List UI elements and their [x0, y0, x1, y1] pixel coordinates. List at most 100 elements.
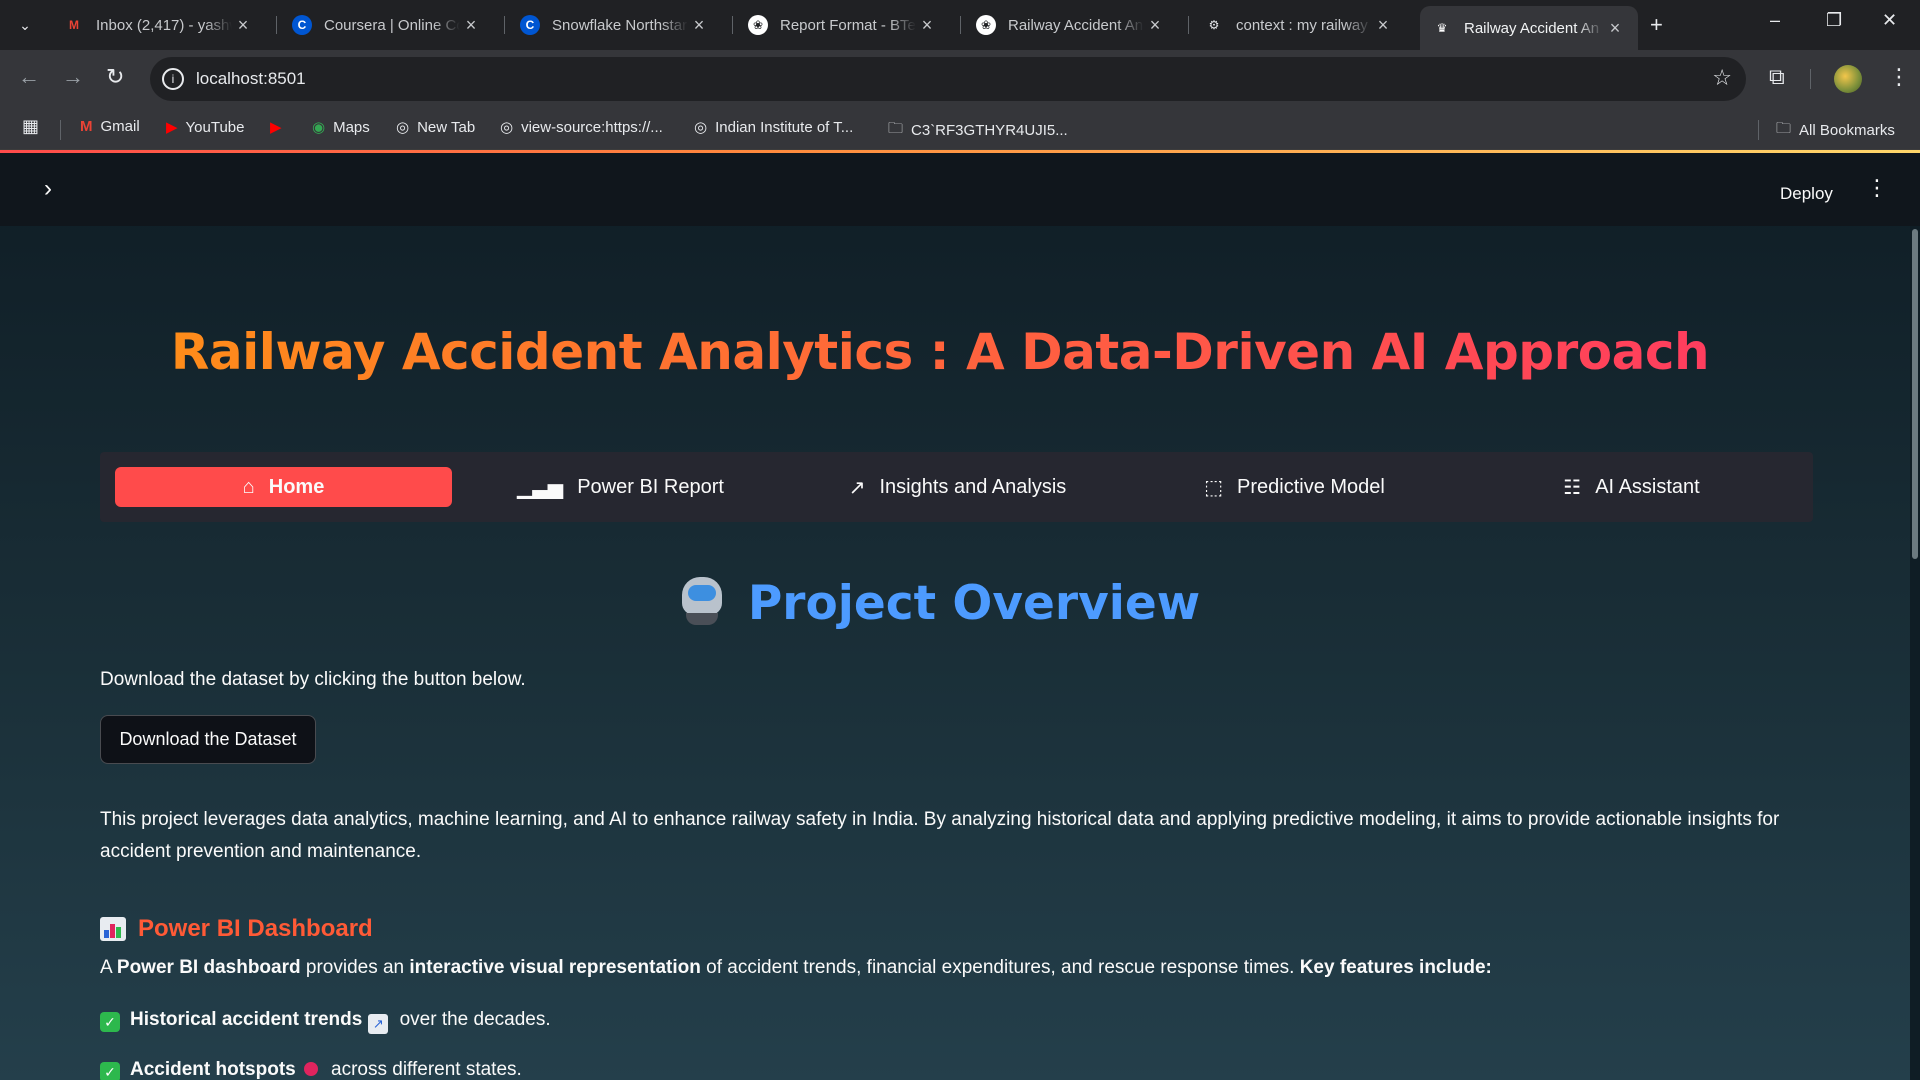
browser-tab[interactable]: ❀ Report Format - BTec × — [736, 8, 950, 42]
nav-ai-assistant[interactable]: ☷ AI Assistant — [1463, 467, 1800, 507]
back-icon[interactable]: ← — [18, 64, 40, 90]
toolbar-divider — [1810, 69, 1811, 89]
power-bi-heading-text: Power BI Dashboard — [138, 915, 373, 942]
globe-icon: ◎ — [396, 119, 410, 136]
minimize-icon[interactable]: – — [1770, 10, 1780, 31]
bookmark-label: Gmail — [100, 118, 140, 135]
maps-icon: ◉ — [312, 119, 326, 136]
coursera-icon: C — [292, 15, 312, 35]
feature-item: ✓ Historical accident trends ↗ over the de… — [100, 1004, 551, 1036]
nav-label: Insights and Analysis — [879, 475, 1067, 498]
browser-toolbar: ← → ↻ i localhost:8501 ☆ ⧉ ⋮ — [0, 50, 1920, 108]
close-icon[interactable]: × — [688, 15, 710, 36]
bookmark-star-icon[interactable]: ☆ — [1712, 65, 1732, 91]
profile-avatar[interactable] — [1834, 65, 1862, 93]
gmail-icon: M — [80, 118, 93, 135]
address-bar[interactable]: i localhost:8501 ☆ — [150, 57, 1746, 101]
close-icon[interactable]: × — [1604, 18, 1626, 39]
cpu-icon: ⬚ — [1204, 476, 1224, 499]
youtube-icon: ▶ — [270, 119, 282, 136]
all-bookmarks-button[interactable]: 🗀 All Bookmarks — [1776, 118, 1895, 143]
bookmark-label: YouTube — [185, 118, 245, 136]
extensions-icon[interactable]: ⧉ — [1769, 64, 1785, 90]
bookmark-maps[interactable]: ◉ Maps — [312, 118, 370, 137]
bookmark-divider — [60, 120, 61, 140]
tab-divider — [504, 16, 505, 34]
power-bi-intro: A Power BI dashboard provides an interac… — [100, 957, 1492, 978]
check-mark-icon: ✓ — [100, 1062, 120, 1080]
main-menu-icon[interactable]: ⋮ — [1866, 177, 1888, 199]
bookmark-gmail[interactable]: M Gmail — [80, 118, 140, 135]
tab-title: Snowflake Northstar — [552, 16, 688, 34]
close-icon[interactable]: × — [916, 15, 938, 36]
power-bi-heading: Power BI Dashboard — [100, 915, 373, 943]
tab-divider — [960, 16, 961, 34]
bookmark-view-source[interactable]: ◎ view-source:https://... — [500, 118, 663, 137]
chatgpt-icon: ❀ — [748, 15, 768, 35]
section-title: Project Overview — [0, 576, 1880, 631]
bookmark-new-tab[interactable]: ◎ New Tab — [396, 118, 476, 137]
gear-icon: ⚙ — [1208, 18, 1220, 32]
pin-icon — [303, 1062, 318, 1076]
new-tab-button[interactable]: + — [1650, 12, 1663, 38]
bookmark-folder[interactable]: 🗀 C3`RF3GTHYR4UJI5... — [888, 118, 1068, 143]
nav-predictive-model[interactable]: ⬚ Predictive Model — [1126, 467, 1463, 507]
tab-search-chevron-icon[interactable]: ⌄ — [8, 10, 42, 40]
url-text[interactable]: localhost:8501 — [196, 69, 306, 89]
bookmark-label: Maps — [333, 118, 370, 136]
folder-icon: 🗀 — [1776, 120, 1792, 137]
gmail-icon: M — [69, 18, 79, 32]
bookmark-youtube[interactable]: ▶ YouTube — [166, 118, 245, 137]
bookmark-label: Indian Institute of T... — [715, 118, 854, 136]
expand-sidebar-chevron-icon[interactable]: › — [44, 175, 52, 203]
download-dataset-button[interactable]: Download the Dataset — [100, 715, 316, 764]
browser-tab[interactable]: ⚙ context : my railway × — [1192, 8, 1406, 42]
bookmark-iit[interactable]: ◎ Indian Institute of T... — [694, 118, 854, 137]
deploy-button[interactable]: Deploy — [1780, 184, 1833, 204]
nav-label: Predictive Model — [1237, 475, 1385, 498]
scrollbar-thumb[interactable] — [1912, 229, 1918, 559]
forward-icon[interactable]: → — [62, 64, 84, 90]
apps-grid-icon[interactable]: ▦ — [22, 116, 39, 137]
close-icon[interactable]: × — [460, 15, 482, 36]
feature-item: ✓ Accident hotspots across different stat… — [100, 1054, 522, 1080]
close-window-icon[interactable]: ✕ — [1882, 10, 1897, 31]
nav-power-bi-report[interactable]: ▁▃▅ Power BI Report — [452, 467, 789, 507]
chatgpt-icon: ❀ — [976, 15, 996, 35]
site-info-icon[interactable]: i — [162, 68, 184, 90]
bookmark-label: view-source:https://... — [521, 118, 663, 136]
browser-tab-active[interactable]: ♛ Railway Accident An × — [1420, 6, 1638, 50]
nav-home[interactable]: ⌂ Home — [115, 467, 452, 507]
browser-menu-icon[interactable]: ⋮ — [1888, 64, 1910, 90]
close-icon[interactable]: × — [232, 15, 254, 36]
bookmark-label: All Bookmarks — [1799, 122, 1895, 139]
download-prompt: Download the dataset by clicking the but… — [100, 669, 526, 690]
browser-tab[interactable]: C Snowflake Northstar × — [508, 8, 722, 42]
nav-label: Home — [268, 475, 325, 498]
bookmark-divider — [1758, 120, 1759, 140]
robot-icon: ☷ — [1563, 476, 1582, 499]
check-mark-icon: ✓ — [100, 1012, 120, 1032]
bookmark-youtube-2[interactable]: ▶ — [270, 118, 290, 136]
reload-icon[interactable]: ↻ — [106, 64, 124, 90]
browser-tab[interactable]: C Coursera | Online Co × — [280, 8, 494, 42]
browser-tab[interactable]: M Inbox (2,417) - yashw × — [52, 8, 266, 42]
tab-divider — [1188, 16, 1189, 34]
bar-chart-icon: ▁▃▅ — [517, 476, 564, 499]
youtube-icon: ▶ — [166, 119, 178, 136]
restore-icon[interactable]: ❐ — [1826, 10, 1842, 31]
nav-insights-and-analysis[interactable]: ↗ Insights and Analysis — [789, 467, 1126, 507]
globe-icon: ◎ — [500, 119, 514, 136]
browser-tabstrip: ⌄ M Inbox (2,417) - yashw × C Coursera |… — [0, 0, 1920, 50]
bookmarks-bar: ▦ M Gmail ▶ YouTube ▶ ◉ Maps ◎ New Tab ◎… — [0, 108, 1920, 150]
nav-label: Power BI Report — [577, 475, 724, 498]
folder-icon: 🗀 — [888, 120, 904, 137]
browser-tab[interactable]: ❀ Railway Accident An × — [964, 8, 1178, 42]
line-chart-icon: ↗ — [848, 476, 866, 499]
close-icon[interactable]: × — [1372, 15, 1394, 36]
bookmark-label: New Tab — [417, 118, 476, 136]
tab-title: Report Format - BTec — [780, 16, 916, 34]
close-icon[interactable]: × — [1144, 15, 1166, 36]
tab-title: Railway Accident An — [1008, 16, 1144, 34]
chart-increasing-icon: ↗ — [368, 1014, 389, 1034]
